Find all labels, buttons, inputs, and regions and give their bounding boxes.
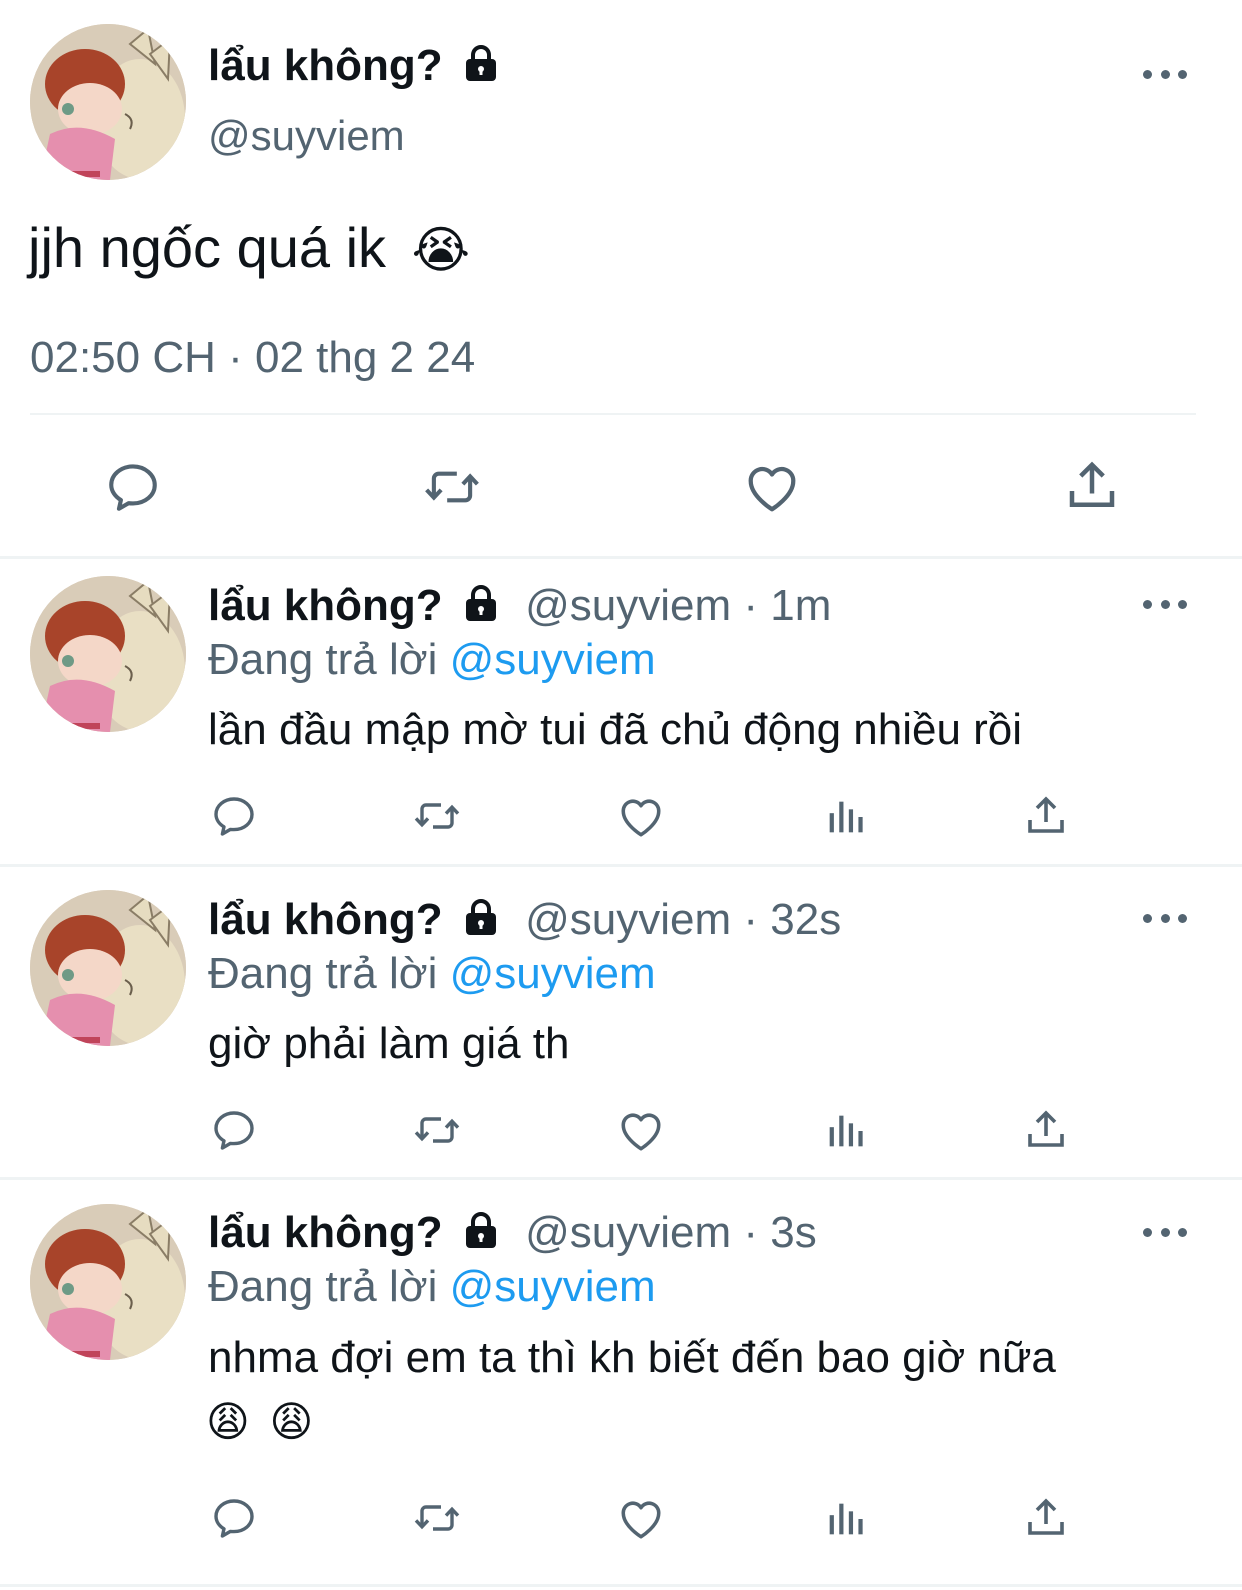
crying-emoji: 😭 [411,222,471,278]
avatar-image [30,1204,186,1360]
handle[interactable]: @suyviem [208,110,405,162]
divider [0,864,1242,867]
divider [0,1584,1242,1587]
handle-time[interactable]: @suyviem · 32s [525,895,841,944]
lock-icon [461,897,501,937]
reply-icon [210,1106,258,1154]
author-row: lẩu không? @suyviem · 1m [208,578,831,634]
more-icon[interactable] [1143,906,1187,930]
divider [0,556,1242,559]
avatar[interactable] [30,1204,186,1360]
views-button[interactable] [822,1496,868,1547]
share-icon [1022,1106,1070,1154]
tweet-text: jjh ngốc quá ik [28,216,387,279]
replying-label: Đang trả lời [208,635,438,684]
replying-to: Đang trả lời @suyviem [208,632,656,688]
like-button[interactable] [742,458,802,523]
separator [30,413,1196,415]
heart-icon [742,458,802,518]
divider [0,1177,1242,1180]
handle-time[interactable]: @suyviem · 1m [525,581,831,630]
retweet-button[interactable] [410,1106,464,1159]
like-button[interactable] [616,1106,666,1161]
like-button[interactable] [616,1494,666,1549]
heart-icon [616,792,666,842]
views-button[interactable] [822,794,868,845]
reply-text: lần đầu mập mờ tui đã chủ động nhiều rồi [208,705,1023,754]
display-name[interactable]: lẩu không? [208,895,443,944]
share-icon [1022,1494,1070,1542]
more-icon[interactable] [1143,592,1187,616]
avatar[interactable] [30,24,186,180]
author-row: lẩu không? @suyviem · 32s [208,892,841,948]
handle-time[interactable]: @suyviem · 3s [525,1208,817,1257]
retweet-icon [419,458,485,516]
views-icon [822,794,868,840]
lock-icon [461,1210,501,1250]
replying-handle-link[interactable]: @suyviem [450,635,656,684]
avatar[interactable] [30,890,186,1046]
reply-icon [210,792,258,840]
replying-label: Đang trả lời [208,1262,438,1311]
avatar-image [30,24,186,180]
retweet-icon [410,1106,464,1154]
share-button[interactable] [1062,456,1122,521]
avatar-image [30,890,186,1046]
timestamp[interactable]: 02:50 CH · 02 thg 2 24 [30,330,475,386]
reply-button[interactable] [210,792,258,845]
share-button[interactable] [1022,792,1070,845]
display-name[interactable]: lẩu không? [208,581,443,630]
views-button[interactable] [822,1108,868,1159]
more-icon[interactable] [1143,1220,1187,1244]
avatar[interactable] [30,576,186,732]
retweet-button[interactable] [419,458,485,521]
views-icon [822,1108,868,1154]
display-name[interactable]: lẩu không? [208,41,443,90]
reply-icon [104,458,162,516]
replying-to: Đang trả lời @suyviem [208,1259,656,1315]
reply-button[interactable] [104,458,162,521]
author-row: lẩu không? [208,38,501,94]
replying-label: Đang trả lời [208,949,438,998]
tweet-body: jjh ngốc quá ik 😭 [28,214,470,284]
share-button[interactable] [1022,1106,1070,1159]
replying-to: Đang trả lời @suyviem [208,946,656,1002]
share-icon [1022,792,1070,840]
reply-text: giờ phải làm giá th [208,1019,570,1068]
like-button[interactable] [616,792,666,847]
retweet-icon [410,792,464,840]
share-button[interactable] [1022,1494,1070,1547]
replying-handle-link[interactable]: @suyviem [450,949,656,998]
display-name[interactable]: lẩu không? [208,1208,443,1257]
reply-button[interactable] [210,1494,258,1547]
lock-icon [461,43,501,83]
weary-emojis: 😩 😩 [206,1398,318,1445]
avatar-image [30,576,186,732]
reply-button[interactable] [210,1106,258,1159]
heart-icon [616,1106,666,1156]
author-row: lẩu không? @suyviem · 3s [208,1205,817,1261]
replying-handle-link[interactable]: @suyviem [450,1262,656,1311]
more-icon[interactable] [1143,62,1187,86]
share-icon [1062,456,1122,516]
retweet-icon [410,1494,464,1542]
lock-icon [461,583,501,623]
retweet-button[interactable] [410,792,464,845]
reply-text: nhma đợi em ta thì kh biết đến bao giờ n… [208,1333,1056,1382]
reply-icon [210,1494,258,1542]
retweet-button[interactable] [410,1494,464,1547]
heart-icon [616,1494,666,1544]
views-icon [822,1496,868,1542]
